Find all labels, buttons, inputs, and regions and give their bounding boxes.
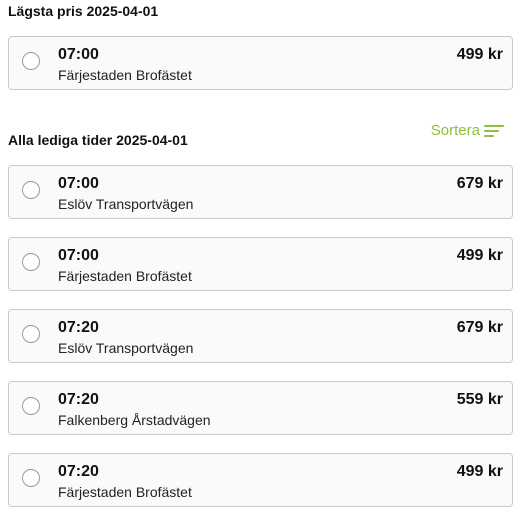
slot-card[interactable]: 07:00 Färjestaden Brofästet 499 kr: [8, 237, 513, 291]
slot-radio[interactable]: [22, 253, 40, 271]
slot-price: 559 kr: [456, 391, 503, 408]
slot-price: 499 kr: [456, 247, 503, 264]
cheapest-slot-card[interactable]: 07:00 Färjestaden Brofästet 499 kr: [8, 36, 513, 90]
sort-label: Sortera: [430, 122, 480, 139]
slot-time: 07:20: [58, 391, 99, 408]
sort-button[interactable]: Sortera: [431, 122, 504, 139]
sort-lines-icon: [484, 124, 504, 137]
cheapest-section-heading: Lägsta pris 2025-04-01: [8, 3, 159, 19]
slot-time: 07:00: [58, 247, 99, 264]
slot-location: Falkenberg Årstadvägen: [58, 412, 211, 428]
slot-location: Eslöv Transportvägen: [58, 196, 194, 212]
slot-radio[interactable]: [22, 397, 40, 415]
slot-radio[interactable]: [22, 325, 40, 343]
slot-card[interactable]: 07:00 Eslöv Transportvägen 679 kr: [8, 165, 513, 219]
slot-location: Färjestaden Brofästet: [58, 67, 192, 83]
slot-time: 07:20: [58, 319, 99, 336]
slot-location: Färjestaden Brofästet: [58, 268, 192, 284]
slot-price: 679 kr: [456, 175, 503, 192]
slot-radio[interactable]: [22, 181, 40, 199]
slot-card[interactable]: 07:20 Eslöv Transportvägen 679 kr: [8, 309, 513, 363]
slot-card[interactable]: 07:20 Falkenberg Årstadvägen 559 kr: [8, 381, 513, 435]
slot-location: Eslöv Transportvägen: [58, 340, 194, 356]
slot-location: Färjestaden Brofästet: [58, 484, 192, 500]
slot-price: 499 kr: [456, 463, 503, 480]
slot-time: 07:20: [58, 463, 99, 480]
slot-radio[interactable]: [22, 52, 40, 70]
slot-card[interactable]: 07:20 Färjestaden Brofästet 499 kr: [8, 453, 513, 507]
slot-price: 679 kr: [456, 319, 503, 336]
slot-radio[interactable]: [22, 469, 40, 487]
slot-time: 07:00: [58, 46, 99, 63]
all-slots-heading: Alla lediga tider 2025-04-01: [8, 132, 188, 148]
slot-price: 499 kr: [456, 46, 503, 63]
slot-time: 07:00: [58, 175, 99, 192]
